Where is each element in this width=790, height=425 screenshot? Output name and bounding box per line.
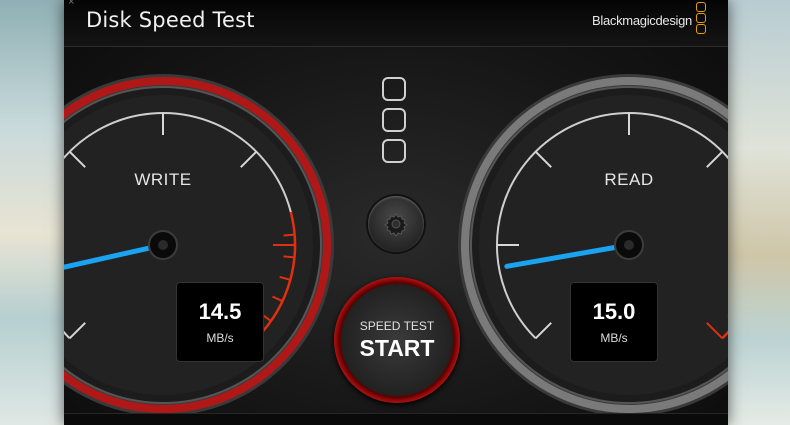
blackmagic-logo-icon bbox=[382, 77, 406, 170]
write-needle-cap bbox=[158, 240, 168, 250]
write-value: 14.5 bbox=[198, 299, 242, 324]
app-title: Disk Speed Test bbox=[86, 8, 255, 32]
write-redline-tick bbox=[283, 233, 295, 237]
read-value: 15.0 bbox=[592, 299, 636, 324]
brand-logo-icon bbox=[696, 2, 708, 35]
read-readout: 15.0 MB/s bbox=[570, 282, 658, 362]
start-label: START bbox=[359, 335, 435, 361]
write-gauge-label: WRITE bbox=[134, 170, 192, 189]
gear-icon bbox=[384, 213, 408, 237]
desktop-background-right bbox=[728, 0, 790, 425]
title-bar: × Disk Speed Test Blackmagicdesign bbox=[64, 0, 728, 47]
bottom-bar bbox=[64, 413, 728, 425]
read-gauge-dial bbox=[458, 74, 728, 416]
write-unit: MB/s bbox=[206, 331, 234, 345]
read-unit: MB/s bbox=[600, 331, 628, 345]
app-window: × Disk Speed Test Blackmagicdesign WRITE… bbox=[64, 0, 728, 425]
write-redline-tick bbox=[283, 255, 295, 259]
desktop-background-left bbox=[0, 0, 64, 425]
read-gauge-label: READ bbox=[604, 170, 654, 189]
read-gauge: READ 15.0 MB/s bbox=[456, 72, 728, 418]
read-needle-cap bbox=[624, 240, 634, 250]
write-readout: 14.5 MB/s bbox=[176, 282, 264, 362]
close-icon[interactable]: × bbox=[68, 0, 74, 8]
speed-test-label: SPEED TEST bbox=[359, 319, 435, 333]
start-button[interactable]: SPEED TEST START bbox=[334, 277, 460, 403]
brand-name: Blackmagicdesign bbox=[592, 13, 692, 28]
write-gauge: WRITE 14.5 MB/s bbox=[64, 72, 336, 418]
write-gauge-dial bbox=[64, 74, 334, 416]
settings-button[interactable] bbox=[368, 196, 424, 252]
